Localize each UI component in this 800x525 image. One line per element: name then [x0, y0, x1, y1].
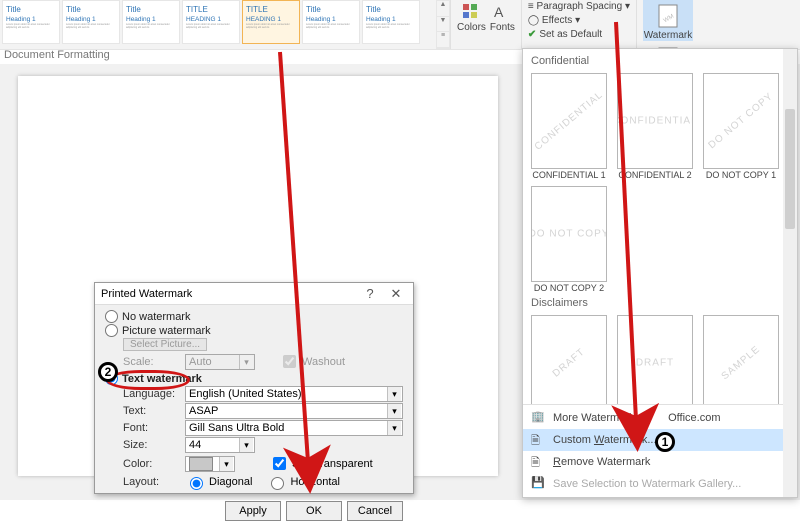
save-gallery-icon: 💾: [531, 476, 547, 492]
semitransparent-checkbox[interactable]: Semitransparent: [269, 454, 373, 473]
style-body-preview: Lorem ipsum dolor sit amet consectetur a…: [6, 23, 56, 45]
dialog-close-button[interactable]: ✕: [385, 286, 407, 302]
radio-no-watermark[interactable]: No watermark: [105, 310, 403, 323]
watermark-label: Watermark: [644, 30, 693, 41]
page-background-group: WM Watermark Page Color Page Borders: [636, 0, 699, 49]
style-set-1[interactable]: TitleHeading 1Lorem ipsum dolor sit amet…: [62, 0, 120, 44]
dialog-title: Printed Watermark: [101, 288, 192, 300]
wm-category-disclaimers: Disclaimers: [531, 297, 795, 309]
chevron-down-icon[interactable]: ▾: [387, 404, 401, 418]
color-label: Color:: [123, 458, 181, 470]
colors-button[interactable]: Colors: [457, 0, 486, 33]
custom-watermark-icon: 🗎: [531, 432, 547, 448]
group-label-document-formatting: Document Formatting: [4, 49, 110, 61]
size-label: Size:: [123, 439, 181, 451]
svg-text:A: A: [494, 4, 504, 20]
layout-diagonal-radio[interactable]: Diagonal: [185, 474, 252, 490]
office-icon: 🏢: [531, 410, 547, 426]
scale-label: Scale:: [123, 356, 181, 368]
style-title: Title: [6, 5, 21, 14]
layout-horizontal-radio[interactable]: Horizontal: [266, 474, 340, 490]
chevron-down-icon[interactable]: ▾: [387, 421, 401, 435]
chevron-down-icon[interactable]: ▾: [387, 387, 401, 401]
colors-label: Colors: [457, 22, 486, 33]
highlight-ring-text-watermark: [106, 370, 190, 390]
chevron-down-icon: ▾: [239, 355, 253, 369]
watermark-tile-draft-2[interactable]: DRAFTDRAFT 2: [615, 313, 695, 404]
menu-save-gallery: 💾Save Selection to Watermark Gallery...: [523, 473, 797, 495]
ok-button[interactable]: OK: [286, 501, 342, 521]
style-set-3[interactable]: TITLEHEADING 1Lorem ipsum dolor sit amet…: [182, 0, 240, 44]
colors-icon: [461, 2, 481, 22]
watermark-tile-donotcopy-2[interactable]: DO NOT COPYDO NOT COPY 2: [529, 184, 609, 295]
chevron-down-icon[interactable]: ▾: [219, 457, 233, 471]
menu-more-watermarks[interactable]: 🏢More Watermarks from Office.com: [523, 407, 797, 429]
cancel-button[interactable]: Cancel: [347, 501, 403, 521]
paragraph-spacing-button[interactable]: ≡ Paragraph Spacing ▾: [528, 0, 630, 14]
watermark-tile-confidential-1[interactable]: CONFIDENTIALCONFIDENTIAL 1: [529, 71, 609, 182]
apply-button[interactable]: Apply: [225, 501, 281, 521]
size-combo[interactable]: 44▾: [185, 437, 255, 453]
gallery-scrollbar[interactable]: [783, 49, 797, 497]
select-picture-button: Select Picture...: [123, 338, 207, 351]
style-set-2[interactable]: TitleHeading 1Lorem ipsum dolor sit amet…: [122, 0, 180, 44]
color-combo[interactable]: ▾: [185, 456, 235, 472]
dialog-titlebar[interactable]: Printed Watermark ? ✕: [95, 283, 413, 305]
style-set-5[interactable]: TitleHeading 1Lorem ipsum dolor sit amet…: [302, 0, 360, 44]
scale-combo: Auto▾: [185, 354, 255, 370]
watermark-tile-donotcopy-1[interactable]: DO NOT COPYDO NOT COPY 1: [701, 71, 781, 182]
scrollbar-thumb[interactable]: [785, 109, 795, 229]
watermark-icon: WM: [654, 2, 682, 30]
watermark-gallery-dropdown: Confidential CONFIDENTIALCONFIDENTIAL 1 …: [522, 48, 798, 498]
watermark-tile-sample-1[interactable]: SAMPLESAMPLE 1: [701, 313, 781, 404]
text-label: Text:: [123, 405, 181, 417]
check-icon: ✔: [528, 29, 536, 40]
wm-category-confidential: Confidential: [531, 55, 795, 67]
watermark-gallery-scroll[interactable]: Confidential CONFIDENTIALCONFIDENTIAL 1 …: [523, 49, 797, 404]
menu-remove-watermark[interactable]: 🗎Remove Watermark: [523, 451, 797, 473]
chevron-down-icon[interactable]: ▾: [239, 438, 253, 452]
fonts-icon: A: [492, 2, 512, 22]
radio-picture-watermark[interactable]: Picture watermark: [105, 324, 403, 337]
watermark-button[interactable]: WM Watermark: [643, 0, 693, 41]
callout-marker-1: 1: [655, 432, 675, 452]
watermark-tile-draft-1[interactable]: DRAFTDRAFT 1: [529, 313, 609, 404]
washout-checkbox: Washout: [279, 352, 345, 371]
design-ribbon: Title Heading 1Lorem ipsum dolor sit amet…: [0, 0, 800, 50]
style-set-0[interactable]: Title Heading 1Lorem ipsum dolor sit amet…: [2, 0, 60, 44]
effects-button[interactable]: ◯ Effects ▾: [528, 14, 630, 28]
callout-marker-2: 2: [98, 362, 118, 382]
watermark-tile-confidential-2[interactable]: CONFIDENTIALCONFIDENTIAL 2: [615, 71, 695, 182]
color-swatch: [189, 457, 213, 471]
dialog-help-button[interactable]: ?: [359, 286, 381, 302]
fonts-button[interactable]: A Fonts: [490, 0, 515, 33]
style-gallery-expand[interactable]: ▲▼≡: [436, 0, 450, 49]
effects-icon: ◯: [528, 15, 539, 26]
text-combo[interactable]: ASAP▾: [185, 403, 403, 419]
style-set-4[interactable]: TITLEHEADING 1Lorem ipsum dolor sit amet…: [242, 0, 300, 44]
document-formatting-gallery[interactable]: Title Heading 1Lorem ipsum dolor sit amet…: [0, 0, 436, 49]
language-combo[interactable]: English (United States)▾: [185, 386, 403, 402]
set-default-button[interactable]: ✔Set as Default: [528, 28, 630, 42]
fonts-label: Fonts: [490, 22, 515, 33]
style-set-6[interactable]: TitleHeading 1Lorem ipsum dolor sit amet…: [362, 0, 420, 44]
formatting-options: ≡ Paragraph Spacing ▾ ◯ Effects ▾ ✔Set a…: [521, 0, 636, 49]
layout-label: Layout:: [123, 476, 181, 488]
colors-fonts-group: Colors A Fonts: [450, 0, 521, 49]
remove-watermark-icon: 🗎: [531, 454, 547, 470]
font-label: Font:: [123, 422, 181, 434]
font-combo[interactable]: Gill Sans Ultra Bold▾: [185, 420, 403, 436]
style-heading: Heading 1: [6, 16, 56, 23]
spacing-icon: ≡: [528, 1, 534, 12]
